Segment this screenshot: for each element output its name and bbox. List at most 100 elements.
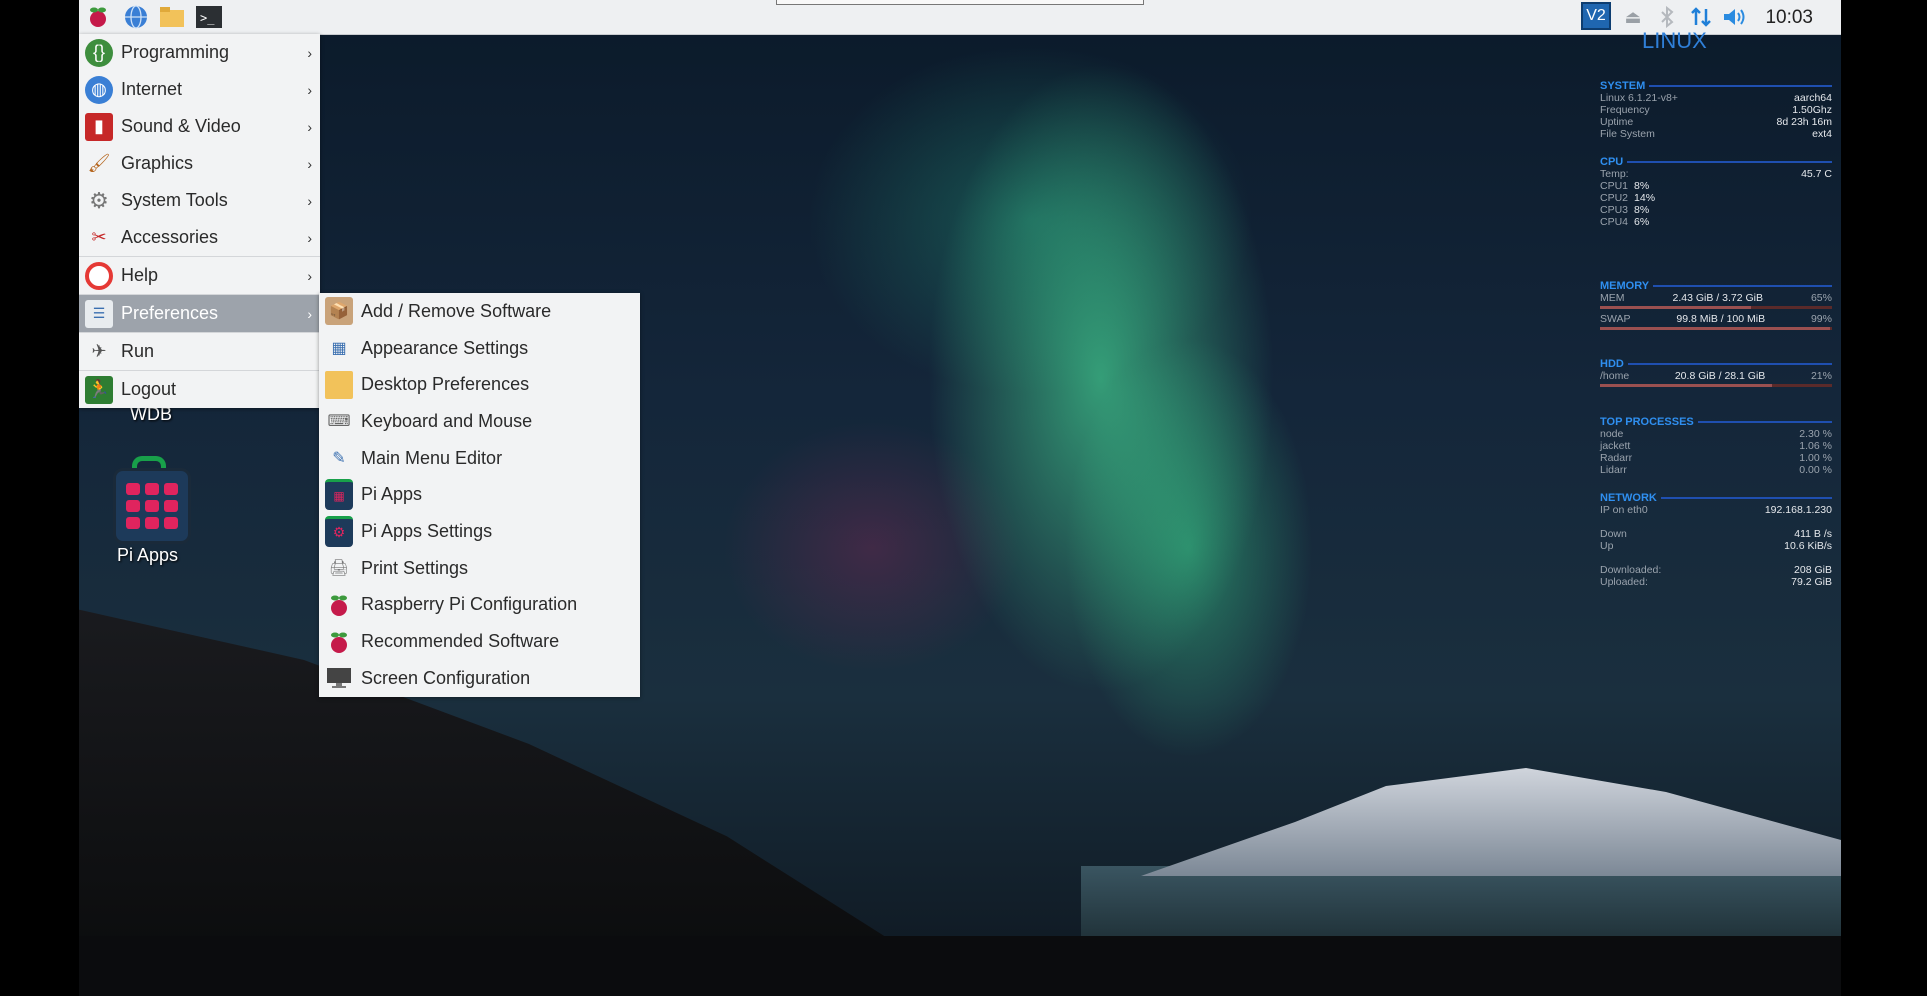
row-label: Linux 6.1.21-v8+ [1600,92,1678,104]
row-value: 10.6 KiB/s [1784,540,1832,552]
row-value: 192.168.1.230 [1764,504,1832,516]
menu-item-label: Recommended Software [361,631,560,652]
conky-cpu-row: CPU1 8% [1600,180,1832,192]
menu-item-keyboard-mouse[interactable]: ⌨ Keyboard and Mouse [319,403,640,440]
menu-item-run[interactable]: ✈ Run [79,333,320,370]
row-percent: 21% [1810,370,1832,382]
row-label: Frequency [1600,104,1650,116]
paper-plane-icon: ✈ [91,341,107,361]
row-value: 8% [1634,180,1650,192]
row-label: Temp: [1600,168,1629,180]
row-value: 2.43 GiB / 3.72 GiB [1672,292,1763,304]
menu-item-label: Add / Remove Software [361,300,552,321]
row-value: aarch64 [1794,92,1832,104]
menu-item-desktop-preferences[interactable]: Desktop Preferences [319,366,640,403]
keyboard-icon: ⌨ [327,413,351,431]
row-percent: 65% [1810,292,1832,304]
chevron-right-icon: › [307,305,312,322]
desktop-icon-label-pi-apps[interactable]: Pi Apps [117,545,178,566]
row-label: Up [1600,540,1614,552]
row-label: MEM [1600,292,1625,304]
taskbar: >_ V2 ⏏ 10:03 [79,0,1841,35]
menu-item-appearance-settings[interactable]: ▦ Appearance Settings [319,330,640,367]
preferences-submenu: 📦 Add / Remove Software ▦ Appearance Set… [319,293,640,697]
taskbar-window-button[interactable] [776,0,1144,5]
row-value: 99.8 MiB / 100 MiB [1676,313,1766,325]
conky-cpu-row: CPU2 14% [1600,192,1832,204]
menu-item-help[interactable]: Help › [79,257,320,294]
menu-item-internet[interactable]: ◍ Internet › [79,71,320,108]
menu-item-label: Programming [121,42,230,62]
menu-item-logout[interactable]: 🏃 Logout [79,371,320,408]
menu-item-pi-apps-settings[interactable]: ⚙ Pi Apps Settings [319,513,640,550]
clock[interactable]: 10:03 [1765,7,1813,29]
menu-item-raspberry-pi-configuration[interactable]: Raspberry Pi Configuration [319,587,640,624]
conky-row: Frequency 1.50Ghz [1600,104,1832,116]
menu-item-label: Graphics [121,153,194,173]
hdd-bar-fill [1600,384,1772,387]
row-value: 8% [1634,204,1650,216]
conky-row: Uploaded: 79.2 GiB [1600,576,1832,588]
menu-item-add-remove-software[interactable]: 📦 Add / Remove Software [319,293,640,330]
row-value: 1.50Ghz [1792,104,1832,116]
terminal-button[interactable]: >_ [195,3,223,31]
row-value: 208 GiB [1794,564,1832,576]
film-icon: ▮ [85,112,113,141]
eject-icon[interactable]: ⏏ [1619,3,1647,31]
chevron-right-icon: › [307,192,312,209]
raspberry-menu-button[interactable] [84,3,112,31]
conky-row: Radarr 1.00 % [1600,452,1832,464]
network-icon[interactable] [1687,3,1715,31]
raspberry-icon [325,591,353,619]
lifebuoy-icon [85,261,113,290]
swap-bar-fill [1600,327,1830,330]
conky-network-section: NETWORK IP on eth0 192.168.1.230 Down 411 … [1600,492,1832,588]
globe-icon [125,5,147,29]
main-menu: {} Programming › ◍ Internet › ▮ Sound & … [79,34,320,408]
menu-item-label: Preferences [121,303,219,323]
conky-memory-section: MEMORY MEM 2.43 GiB / 3.72 GiB 65% SWAP 99.… [1600,280,1832,334]
volume-icon[interactable] [1721,3,1749,31]
menu-item-main-menu-editor[interactable]: ✎ Main Menu Editor [319,440,640,477]
bluetooth-icon[interactable] [1653,3,1681,31]
row-label: CPU2 [1600,192,1629,204]
menu-item-label: System Tools [121,190,228,210]
row-label: CPU4 [1600,216,1629,228]
web-browser-button[interactable] [122,3,150,31]
row-label: File System [1600,128,1655,140]
row-label: node [1600,428,1624,440]
pi-apps-icon: ▦ [325,479,353,511]
menu-item-print-settings[interactable]: 🖨 Print Settings [319,550,640,587]
pi-apps-settings-icon: ⚙ [325,515,353,547]
conky-row: /home 20.8 GiB / 28.1 GiB 21% [1600,370,1832,382]
menu-item-label: Internet [121,79,183,99]
menu-item-graphics[interactable]: 🖌 Graphics › [79,145,320,182]
menu-item-programming[interactable]: {} Programming › [79,34,320,71]
menu-item-preferences[interactable]: ☰ Preferences › [79,295,320,332]
menu-item-sound-video[interactable]: ▮ Sound & Video › [79,108,320,145]
memory-bar-fill [1600,306,1751,309]
row-label: SWAP [1600,313,1631,325]
vnc-icon[interactable]: V2 [1581,2,1611,30]
row-label: Down [1600,528,1627,540]
chevron-right-icon: › [307,267,312,284]
chevron-right-icon: › [307,155,312,172]
menu-item-system-tools[interactable]: ⚙ System Tools › [79,182,320,219]
row-label: jackett [1600,440,1631,452]
row-value: 2.30 % [1799,428,1832,440]
menu-item-screen-configuration[interactable]: Screen Configuration [319,660,640,697]
menu-item-pi-apps[interactable]: ▦ Pi Apps [319,476,640,513]
section-title: NETWORK [1600,492,1657,504]
raspberry-icon [325,628,353,656]
menu-item-label: Logout [121,379,177,399]
pi-apps-desktop-icon[interactable] [113,468,191,544]
conky-cpu-row: CPU3 8% [1600,204,1832,216]
menu-item-label: Print Settings [361,557,469,578]
file-manager-button[interactable] [158,3,186,31]
row-label: IP on eth0 [1600,504,1648,516]
chevron-right-icon: › [307,81,312,98]
row-value: 45.7 C [1801,168,1832,180]
menu-item-accessories[interactable]: ✂ Accessories › [79,219,320,256]
section-title: CPU [1600,156,1624,168]
menu-item-recommended-software[interactable]: Recommended Software [319,623,640,660]
